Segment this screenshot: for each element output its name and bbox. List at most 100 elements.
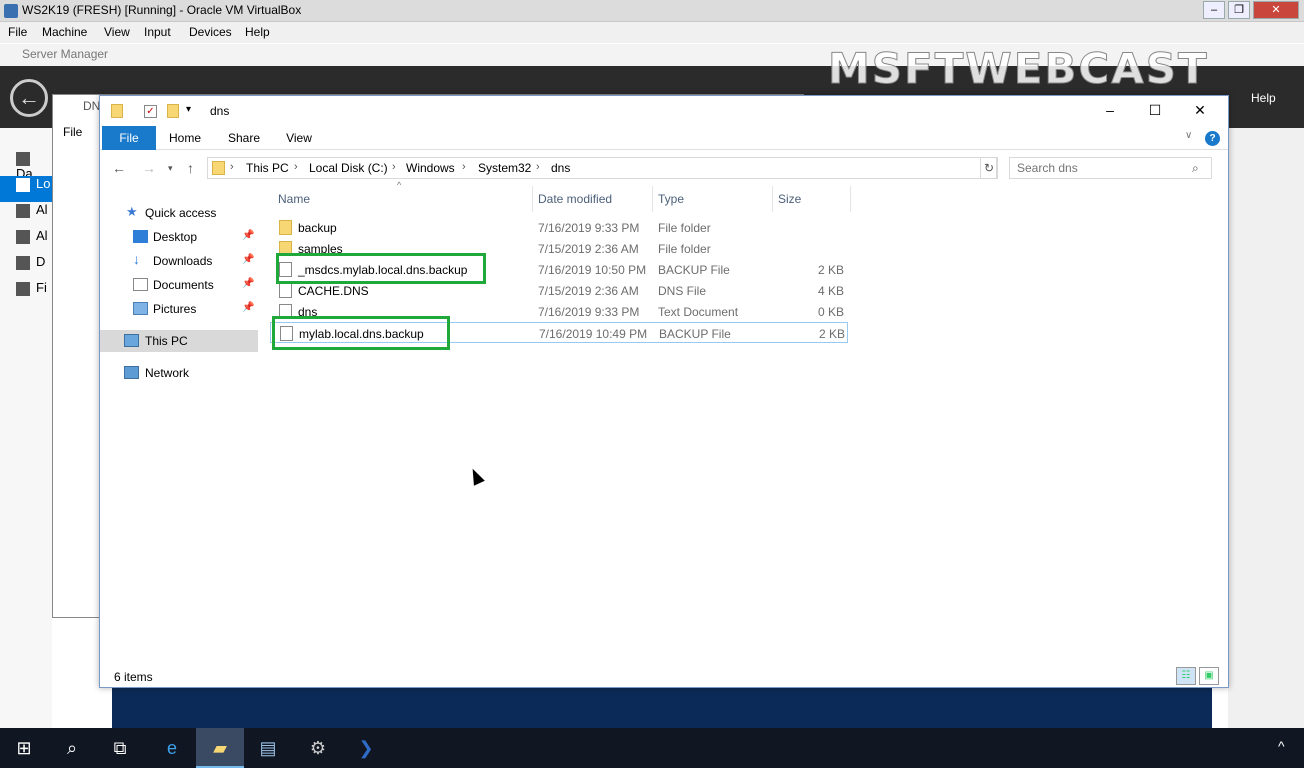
sm-nav-all-servers[interactable]: Al [16,202,52,228]
server-manager-sidebar: Da Lo Al Al D Fi [0,128,52,728]
new-folder-icon[interactable] [167,104,179,118]
file-size: 2 KB [818,327,845,341]
vbox-close-button[interactable]: ✕ [1253,1,1299,19]
breadcrumb-windows[interactable]: Windows [406,161,455,175]
tab-file[interactable]: File [102,126,156,150]
back-arrow-icon[interactable]: ← [10,79,48,117]
download-icon: ↓ [133,251,140,267]
maximize-button[interactable]: ☐ [1140,102,1170,119]
expand-ribbon-icon[interactable]: ∨ [1185,130,1192,141]
tab-home[interactable]: Home [162,126,208,150]
server-icon [16,177,30,192]
column-divider[interactable] [772,186,773,212]
column-date-modified[interactable]: Date modified [538,192,612,206]
recent-locations-icon[interactable]: ▾ [168,163,173,174]
vbox-menu-input[interactable]: Input [144,25,171,39]
nav-this-pc[interactable]: This PC [100,330,258,352]
nav-desktop[interactable]: Desktop 📌 [100,226,258,248]
large-icons-view-icon[interactable]: ▣ [1199,667,1219,685]
file-row[interactable]: backup 7/16/2019 9:33 PM File folder [270,217,848,238]
vbox-title: WS2K19 (FRESH) [Running] - Oracle VM Vir… [22,3,302,17]
sm-nav-file-services[interactable]: Fi [16,280,52,306]
breadcrumb-system32[interactable]: System32 [478,161,531,175]
desktop-icon [133,230,148,243]
watermark-logo: MSFTWEBCAST [828,44,1209,94]
help-icon[interactable]: ? [1205,131,1220,146]
vbox-menu-machine[interactable]: Machine [42,25,87,39]
breadcrumb-local-disk[interactable]: Local Disk (C:) [309,161,388,175]
vbox-title-bar: WS2K19 (FRESH) [Running] - Oracle VM Vir… [0,0,1304,22]
highlight-box-msdcs-backup [276,253,486,284]
column-divider[interactable] [652,186,653,212]
server-manager-footer [112,688,1212,728]
refresh-icon[interactable]: ↻ [980,157,998,179]
tab-share[interactable]: Share [220,126,268,150]
sm-nav-local-server[interactable]: Lo [0,176,52,202]
search-icon[interactable]: ⌕ [48,728,96,768]
search-input[interactable] [1017,161,1187,175]
column-divider[interactable] [532,186,533,212]
properties-icon[interactable]: ✓ [144,105,157,118]
address-bar-row: ← → ▾ ↑ › This PC › Local Disk (C:) › Wi… [100,152,1228,184]
nav-documents[interactable]: Documents 📌 [100,274,258,296]
column-name[interactable]: Name [278,192,310,206]
folder-icon [212,161,225,175]
sm-nav-dashboard[interactable]: Da [16,150,52,181]
server-manager-title: Server Manager [22,47,109,61]
show-hidden-icons-icon[interactable]: ^ [1278,738,1285,754]
file-type: File folder [658,221,711,235]
file-date: 7/15/2019 2:36 AM [538,284,639,298]
vbox-restore-button[interactable]: ❐ [1228,1,1250,19]
vbox-menu-devices[interactable]: Devices [189,25,232,39]
server-manager-content-right [1228,128,1304,728]
column-size[interactable]: Size [778,192,801,206]
breadcrumb-dns[interactable]: dns [551,161,570,175]
back-button[interactable]: ← [112,160,126,176]
file-explorer-icon[interactable]: ▰ [196,728,244,768]
status-item-count: 6 items [114,670,153,684]
breadcrumb-separator: › [462,161,466,173]
start-icon[interactable]: ⊞ [0,728,48,768]
task-view-icon[interactable]: ⧉ [96,728,144,768]
file-type: File folder [658,242,711,256]
network-icon [124,366,139,379]
nav-network[interactable]: Network [100,362,258,384]
nav-label: Downloads [153,254,213,268]
vbox-minimize-button[interactable]: – [1203,1,1225,19]
address-bar[interactable]: › This PC › Local Disk (C:) › Windows › … [207,157,1079,179]
column-divider[interactable] [850,186,851,212]
minimize-button[interactable]: – [1095,102,1125,118]
dns-menu-file[interactable]: File [63,125,82,139]
highlight-box-mylab-backup [272,316,450,350]
sm-nav-ad-ds[interactable]: Al [16,228,52,254]
server-manager-help-menu[interactable]: Help [1251,91,1276,105]
close-button[interactable]: ✕ [1185,102,1215,119]
breadcrumb-separator: › [230,161,234,173]
column-type[interactable]: Type [658,192,684,206]
vbox-menu-bar: File Machine View Input Devices Help [0,22,1304,43]
nav-quick-access[interactable]: ★ Quick access [100,202,258,224]
vbox-menu-file[interactable]: File [8,25,27,39]
watermark-text: MSFTWEBCAST [828,44,1209,94]
powershell-icon[interactable]: ❯ [342,728,390,768]
tab-view[interactable]: View [276,126,322,150]
breadcrumb-separator: › [392,161,396,173]
sm-nav-dns[interactable]: D [16,254,52,280]
file-date: 7/16/2019 10:49 PM [539,327,648,341]
details-view-icon[interactable]: ☷ [1176,667,1196,685]
file-list: ^ Name Date modified Type Size backup 7/… [270,180,851,666]
vbox-menu-view[interactable]: View [104,25,130,39]
quick-access-dropdown-icon[interactable]: ▾ [186,104,191,115]
nav-downloads[interactable]: ↓ Downloads 📌 [100,250,258,272]
nav-label: Desktop [153,230,198,244]
dns-manager-icon[interactable]: ⚙ [294,728,342,768]
file-type: BACKUP File [659,327,731,341]
forward-button[interactable]: → [142,160,156,176]
internet-explorer-icon[interactable]: e [148,728,196,768]
breadcrumb-this-pc[interactable]: This PC [246,161,289,175]
up-button[interactable]: ↑ [187,160,194,176]
nav-pictures[interactable]: Pictures 📌 [100,298,258,320]
vbox-menu-help[interactable]: Help [245,25,270,39]
search-box[interactable]: ⌕ [1009,157,1212,179]
server-manager-icon[interactable]: ▤ [244,728,292,768]
